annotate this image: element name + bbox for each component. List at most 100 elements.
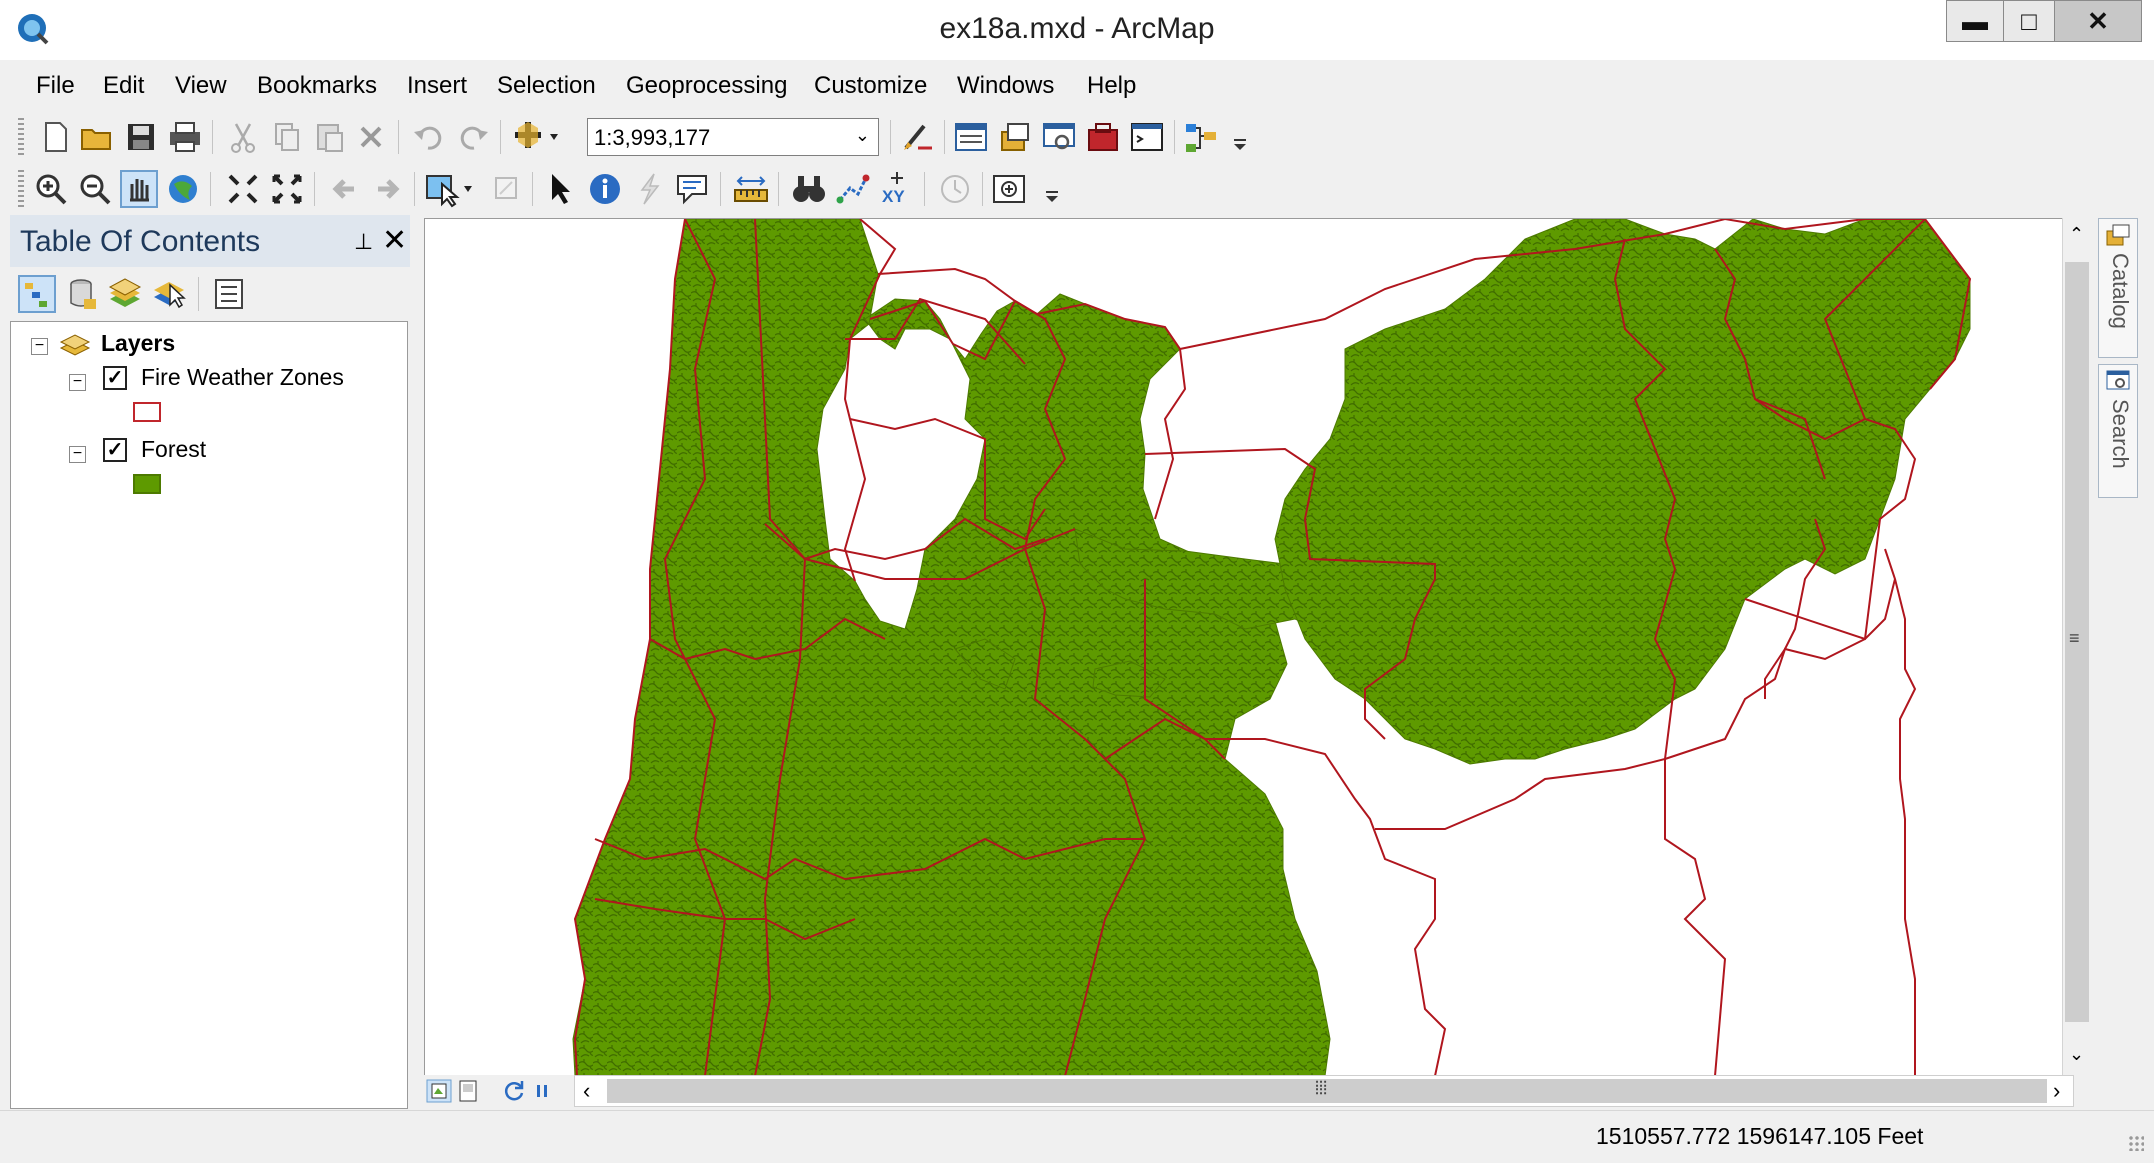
pin-icon[interactable]: ⊥ [354, 229, 373, 255]
zoom-out-icon[interactable] [76, 170, 114, 208]
list-by-selection-icon[interactable] [150, 275, 188, 313]
horizontal-scrollbar[interactable]: ‹ ⦙⦙⦙ › [574, 1075, 2074, 1107]
scroll-grip-icon: ≡ [2069, 628, 2080, 648]
map-scale-combo[interactable]: 1:3,993,177 ⌄ [587, 118, 879, 156]
menu-help[interactable]: Help [1087, 72, 1136, 100]
chevron-down-icon[interactable]: ⌄ [855, 125, 870, 146]
go-back-icon[interactable] [326, 170, 364, 208]
search-window-icon[interactable] [1040, 118, 1078, 156]
open-icon[interactable] [78, 118, 116, 156]
cut-icon[interactable] [224, 118, 262, 156]
options-icon[interactable] [210, 275, 248, 313]
zoom-in-icon[interactable] [32, 170, 70, 208]
add-data-icon[interactable] [512, 118, 564, 156]
menu-geoprocessing[interactable]: Geoprocessing [626, 72, 787, 100]
menu-view[interactable]: View [175, 72, 227, 100]
select-features-icon[interactable] [424, 170, 478, 208]
delete-icon[interactable] [352, 118, 390, 156]
forest-layer [572, 219, 1971, 1076]
refresh-icon[interactable] [502, 1079, 526, 1103]
save-icon[interactable] [122, 118, 160, 156]
maximize-button[interactable]: □ [2003, 0, 2055, 42]
legend-swatch-fire-weather-zones[interactable] [133, 402, 161, 422]
paste-icon[interactable] [310, 118, 348, 156]
map-vertical-scrollbar[interactable]: ⌃ ≡ ⌄ [2062, 218, 2093, 1075]
minimize-button[interactable]: ▬ [1946, 0, 2004, 42]
map-canvas[interactable] [425, 219, 2071, 1076]
data-frame-label[interactable]: Layers [101, 330, 175, 357]
full-extent-icon[interactable] [164, 170, 202, 208]
redo-icon[interactable] [454, 118, 492, 156]
scroll-up-icon[interactable]: ⌃ [2069, 224, 2084, 245]
list-by-visibility-icon[interactable] [106, 275, 144, 313]
undo-icon[interactable] [410, 118, 448, 156]
catalog-dock-tab[interactable]: Catalog [2098, 218, 2138, 358]
new-document-icon[interactable] [36, 118, 74, 156]
find-route-icon[interactable] [834, 170, 872, 208]
toolbar-separator [924, 172, 925, 206]
layout-view-icon[interactable] [456, 1079, 480, 1103]
arctoolbox-icon[interactable] [1084, 118, 1122, 156]
catalog-icon[interactable] [996, 118, 1034, 156]
toolbar-options-icon[interactable] [1042, 170, 1062, 208]
search-dock-tab[interactable]: Search [2098, 364, 2138, 498]
menu-edit[interactable]: Edit [103, 72, 144, 100]
layer-name-fire-weather-zones[interactable]: Fire Weather Zones [141, 364, 344, 391]
clear-selection-icon[interactable] [488, 170, 526, 208]
list-by-drawing-order-icon[interactable] [18, 275, 56, 313]
toolbar-separator [720, 172, 721, 206]
editor-icon[interactable] [898, 118, 936, 156]
toolbar-grip[interactable] [18, 118, 24, 156]
fixed-zoom-in-icon[interactable] [224, 170, 262, 208]
close-window-button[interactable]: ✕ [2054, 0, 2142, 42]
menu-selection[interactable]: Selection [497, 72, 596, 100]
zone-boundary [1664, 759, 1727, 1076]
layer-visibility-checkbox[interactable]: ✓ [103, 366, 127, 390]
print-icon[interactable] [166, 118, 204, 156]
menu-insert[interactable]: Insert [407, 72, 467, 100]
table-of-contents-icon[interactable] [952, 118, 990, 156]
menu-windows[interactable]: Windows [957, 72, 1054, 100]
zone-boundary [1884, 548, 1917, 1076]
pan-icon[interactable] [120, 170, 158, 208]
status-bar: 1510557.772 1596147.105 Feet [0, 1110, 2154, 1163]
menu-bookmarks[interactable]: Bookmarks [257, 72, 377, 100]
scroll-down-icon[interactable]: ⌄ [2069, 1044, 2084, 1065]
toc-close-icon[interactable]: ✕ [382, 223, 407, 258]
pause-drawing-icon[interactable] [530, 1079, 554, 1103]
legend-swatch-forest[interactable] [133, 474, 161, 494]
resize-grip[interactable] [2128, 1135, 2144, 1151]
list-by-source-icon[interactable] [62, 275, 100, 313]
hyperlink-icon[interactable] [630, 170, 668, 208]
html-popup-icon[interactable] [674, 170, 712, 208]
go-forward-icon[interactable] [368, 170, 406, 208]
layer-visibility-checkbox[interactable]: ✓ [103, 438, 127, 462]
layer-name-forest[interactable]: Forest [141, 436, 206, 463]
go-to-xy-icon[interactable]: XY [878, 170, 916, 208]
measure-icon[interactable] [732, 170, 770, 208]
menu-customize[interactable]: Customize [814, 72, 927, 100]
python-icon[interactable] [1128, 118, 1166, 156]
map-scale-value: 1:3,993,177 [594, 125, 711, 150]
identify-icon[interactable] [586, 170, 624, 208]
find-icon[interactable] [790, 170, 828, 208]
model-builder-icon[interactable] [1182, 118, 1220, 156]
toc-view-tabs [10, 269, 410, 319]
toolbar-separator [414, 172, 415, 206]
map-display[interactable] [424, 218, 2072, 1077]
toolbar-options-icon[interactable] [1230, 118, 1250, 156]
menu-file[interactable]: File [36, 72, 75, 100]
collapse-layer-icon[interactable]: − [69, 374, 86, 391]
copy-icon[interactable] [268, 118, 306, 156]
data-view-icon[interactable] [426, 1079, 452, 1103]
collapse-layers-icon[interactable]: − [31, 338, 48, 355]
scroll-right-icon[interactable]: › [2053, 1078, 2060, 1104]
scroll-left-icon[interactable]: ‹ [583, 1078, 590, 1104]
fixed-zoom-out-icon[interactable] [268, 170, 306, 208]
toolbar-grip[interactable] [18, 170, 24, 208]
select-elements-icon[interactable] [542, 170, 580, 208]
toolbar-separator [314, 172, 315, 206]
collapse-layer-icon[interactable]: − [69, 446, 86, 463]
time-slider-icon[interactable] [936, 170, 974, 208]
viewer-window-icon[interactable] [990, 170, 1028, 208]
